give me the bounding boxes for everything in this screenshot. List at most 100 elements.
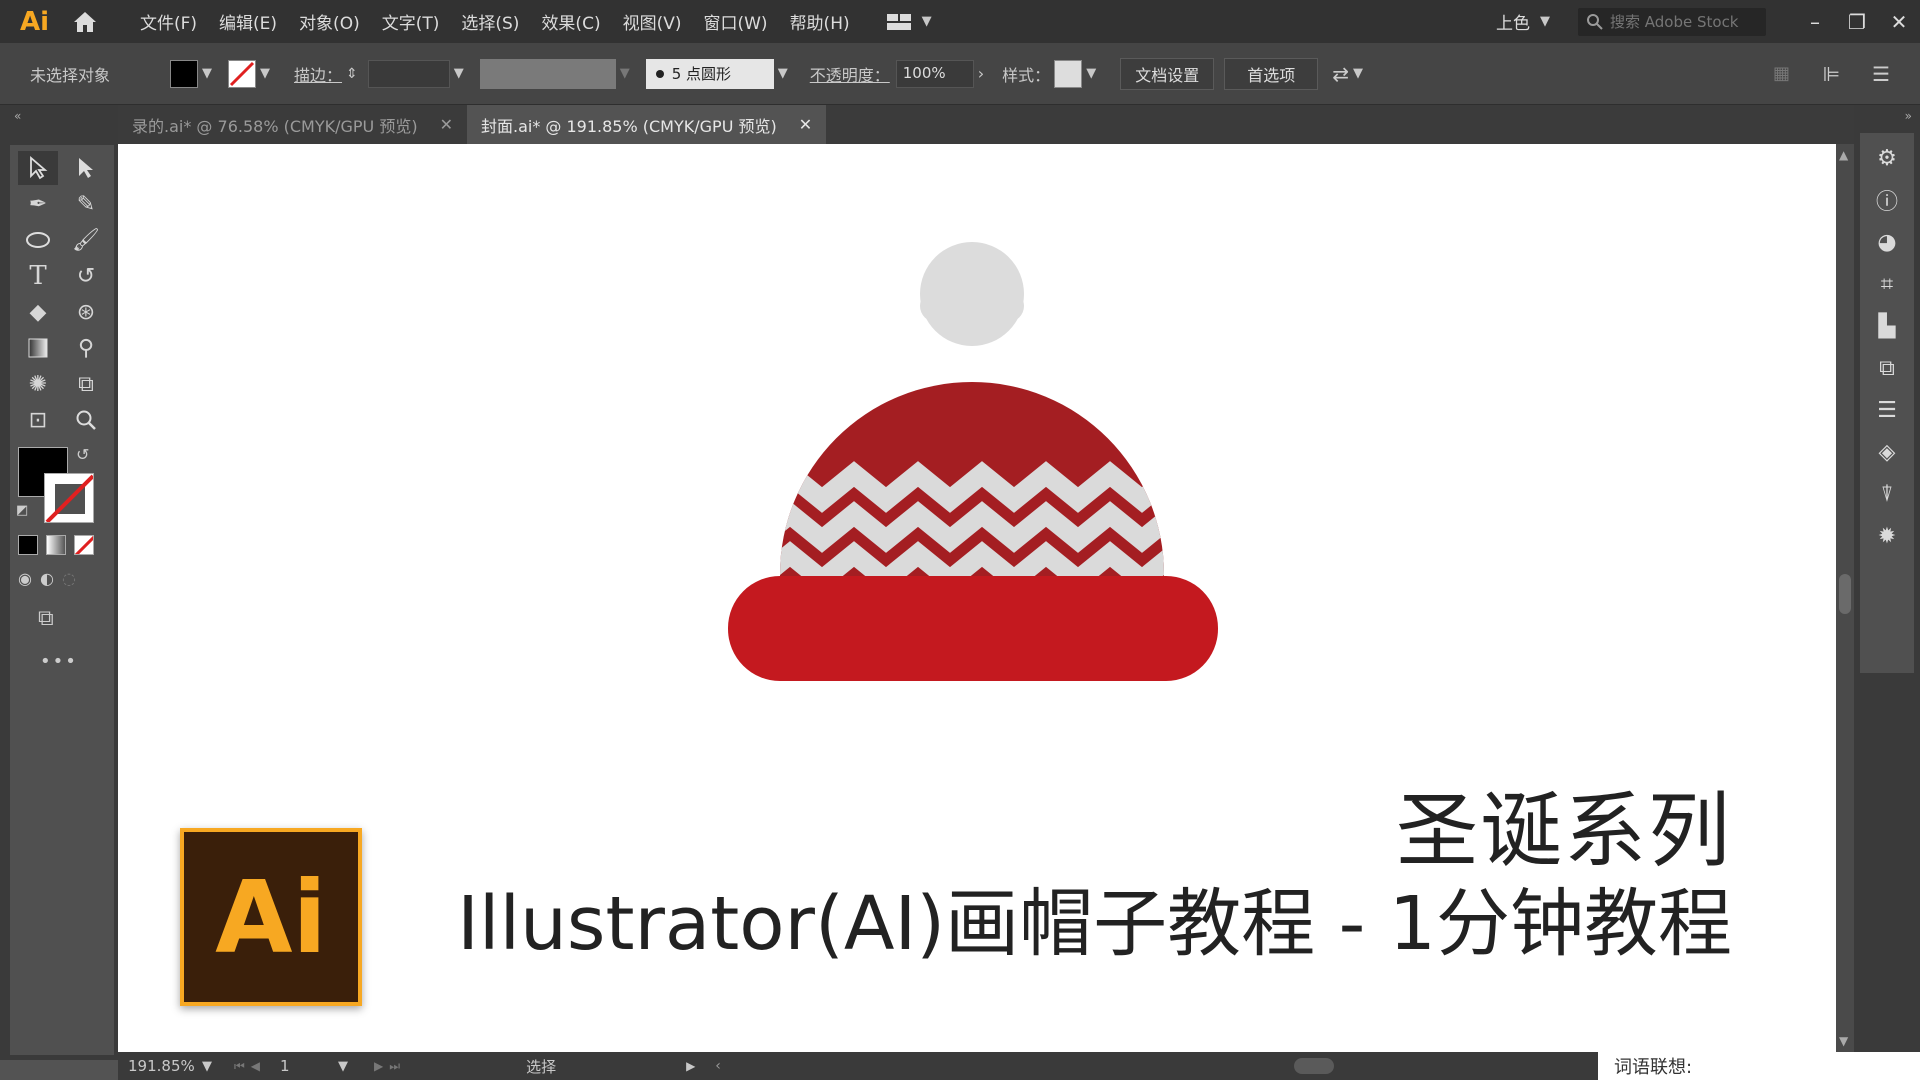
direct-selection-tool-icon[interactable] — [66, 151, 106, 185]
chevron-down-icon[interactable]: ▼ — [1540, 14, 1550, 29]
menu-file[interactable]: 文件(F) — [140, 9, 197, 34]
stroke-swatch[interactable] — [228, 59, 256, 88]
curvature-tool-icon[interactable]: ✎ — [66, 187, 106, 221]
artboard-nav-prev-icon[interactable]: ⏮◀ — [234, 1059, 266, 1074]
preferences-button[interactable]: 首选项 — [1224, 57, 1319, 90]
expand-panels-icon[interactable]: » — [1905, 109, 1912, 123]
scroll-left-icon[interactable]: ‹ — [715, 1058, 721, 1074]
align-panel-icon[interactable]: ▙ — [1871, 311, 1903, 341]
arrange-documents-button[interactable]: ▼ — [886, 12, 936, 32]
chevron-down-icon[interactable]: ▼ — [1086, 66, 1096, 81]
draw-normal-icon[interactable]: ◉ — [18, 569, 32, 588]
document-tabs: 录的.ai* @ 76.58% (CMYK/GPU 预览) ✕ 封面.ai* @… — [118, 105, 1854, 144]
chevron-down-icon[interactable]: ▼ — [778, 66, 788, 81]
restore-icon[interactable]: ❐ — [1836, 0, 1878, 43]
status-menu-icon[interactable]: ▶ — [686, 1059, 695, 1073]
menu-edit[interactable]: 编辑(E) — [219, 9, 277, 34]
chevron-down-icon[interactable]: ▼ — [202, 66, 212, 81]
artboard-nav-next-icon[interactable]: ▶⏭ — [374, 1059, 406, 1074]
transform-panel-icon[interactable]: ⌗ — [1871, 269, 1903, 299]
minimize-icon[interactable]: – — [1794, 0, 1836, 43]
opacity-label[interactable]: 不透明度： — [810, 62, 890, 86]
fill-swatch[interactable] — [170, 59, 198, 88]
gradient-tool-icon[interactable] — [18, 331, 58, 365]
stroke-panel-icon[interactable]: ☰ — [1871, 395, 1903, 425]
menu-effect[interactable]: 效果(C) — [541, 9, 600, 34]
paintbrush-tool-icon[interactable]: 🖌 — [66, 223, 106, 257]
artboard-canvas[interactable]: 圣诞系列 Illustrator(AI)画帽子教程 - 1分钟教程 Ai — [118, 144, 1836, 1052]
stroke-label[interactable]: 描边： — [294, 62, 342, 86]
appearance-icon[interactable]: ◕ — [1871, 227, 1903, 257]
default-colors-icon[interactable]: ◩ — [16, 503, 28, 518]
symbol-sprayer-tool-icon[interactable]: ✺ — [18, 367, 58, 401]
workspace-switcher[interactable]: 上色 — [1496, 9, 1530, 34]
none-mode-icon[interactable] — [74, 535, 94, 555]
close-icon[interactable]: ✕ — [799, 115, 812, 134]
chevron-down-icon[interactable]: ▼ — [1353, 66, 1363, 81]
graphic-style-swatch[interactable] — [1054, 59, 1083, 88]
eraser-tool-icon[interactable]: ◆ — [18, 295, 58, 329]
swap-colors-icon[interactable]: ↺ — [76, 445, 89, 464]
stroke-weight-field[interactable] — [367, 59, 450, 88]
asset-export-icon[interactable]: ⍒ — [1871, 479, 1903, 509]
screen-mode-icon[interactable]: ⧉ — [10, 606, 114, 631]
chevron-down-icon[interactable]: ▼ — [620, 66, 630, 81]
artboard-number[interactable]: 1 — [280, 1057, 334, 1075]
more-tools-icon[interactable]: ••• — [10, 651, 114, 672]
menu-view[interactable]: 视图(V) — [623, 9, 682, 34]
stroke-color-box[interactable] — [44, 473, 94, 523]
zoom-tool-icon[interactable] — [66, 403, 106, 437]
vertical-scrollbar[interactable]: ▲ ▼ — [1836, 144, 1854, 1052]
eyedropper-tool-icon[interactable]: ⚲ — [66, 331, 106, 365]
selection-tool-icon[interactable] — [18, 151, 58, 185]
chevron-down-icon[interactable]: ▼ — [260, 66, 270, 81]
scrollbar-thumb[interactable] — [1839, 574, 1851, 614]
document-setup-button[interactable]: 文档设置 — [1120, 57, 1215, 90]
draw-behind-icon[interactable]: ◐ — [40, 569, 54, 588]
collapse-icon[interactable]: « — [14, 109, 21, 123]
menu-window[interactable]: 窗口(W) — [703, 9, 767, 34]
close-icon[interactable]: ✕ — [440, 115, 453, 134]
align-icon[interactable]: ⊫ — [1823, 62, 1840, 86]
properties-gear-icon[interactable]: ⚙ — [1871, 143, 1903, 173]
draw-inside-icon[interactable]: ◌ — [62, 569, 76, 588]
zoom-field[interactable]: 191.85% — [128, 1057, 198, 1075]
color-mode-icon[interactable] — [18, 535, 38, 555]
scroll-down-icon[interactable]: ▼ — [1839, 1034, 1848, 1048]
scroll-up-icon[interactable]: ▲ — [1839, 148, 1848, 162]
panel-menu-icon[interactable]: ☰ — [1872, 62, 1890, 86]
home-icon[interactable] — [70, 7, 100, 37]
color-panel-icon[interactable]: ✹ — [1871, 521, 1903, 551]
chevron-down-icon[interactable]: ▼ — [338, 1059, 348, 1074]
menu-object[interactable]: 对象(O) — [299, 9, 360, 34]
gradient-mode-icon[interactable] — [46, 535, 66, 555]
stepper-icon[interactable]: ⇕ — [346, 66, 358, 82]
rotate-tool-icon[interactable]: ↺ — [66, 259, 106, 293]
tab-document-2[interactable]: 封面.ai* @ 191.85% (CMYK/GPU 预览) ✕ — [466, 105, 827, 144]
horizontal-scrollbar-thumb[interactable] — [1294, 1058, 1334, 1074]
pen-tool-icon[interactable]: ✒ — [18, 187, 58, 221]
menu-type[interactable]: 文字(T) — [382, 9, 440, 34]
type-tool-icon[interactable]: T — [18, 259, 58, 293]
variable-width-profile[interactable] — [479, 58, 616, 89]
info-icon[interactable]: ⓘ — [1871, 185, 1903, 215]
shape-builder-tool-icon[interactable]: ⧉ — [66, 367, 106, 401]
ellipse-tool-icon[interactable] — [18, 223, 58, 257]
menu-select[interactable]: 选择(S) — [461, 9, 519, 34]
chevron-down-icon[interactable]: ▼ — [202, 1059, 212, 1074]
artboard-tool-icon[interactable]: ⊡ — [18, 403, 58, 437]
pathfinder-icon[interactable]: ⧉ — [1871, 353, 1903, 383]
puppet-warp-tool-icon[interactable]: ⊛ — [66, 295, 106, 329]
chevron-down-icon[interactable]: ▼ — [454, 66, 464, 81]
stock-search-input[interactable] — [1610, 12, 1760, 31]
grid-align-icon[interactable]: ▦ — [1773, 63, 1790, 84]
transform-icon[interactable]: ⇄ — [1332, 62, 1349, 86]
tab-document-1[interactable]: 录的.ai* @ 76.58% (CMYK/GPU 预览) ✕ — [118, 105, 467, 144]
close-icon[interactable]: ✕ — [1878, 0, 1920, 43]
opacity-field[interactable]: 100% — [895, 59, 974, 88]
stock-search[interactable] — [1578, 7, 1766, 36]
menu-help[interactable]: 帮助(H) — [790, 9, 850, 34]
brush-definition[interactable]: 5 点圆形 — [645, 58, 774, 89]
layers-icon[interactable]: ◈ — [1871, 437, 1903, 467]
chevron-right-icon[interactable]: › — [978, 64, 984, 83]
